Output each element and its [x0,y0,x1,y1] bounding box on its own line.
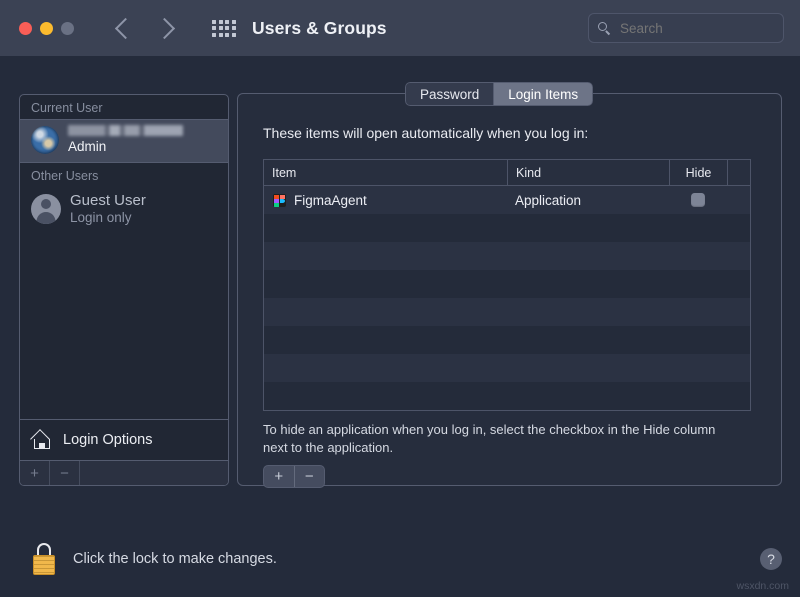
back-chevron-icon[interactable] [115,17,136,38]
item-name: FigmaAgent [294,193,367,208]
grid-dot [232,33,236,37]
table-row[interactable]: FigmaAgent Application [264,186,750,214]
person-avatar-icon [31,194,61,224]
grid-dot [212,20,216,24]
login-items-panel: These items will open automatically when… [237,93,782,486]
show-all-grid-icon[interactable] [212,20,234,37]
grid-dot [219,26,223,30]
help-button[interactable]: ? [760,548,782,570]
cell-kind: Application [507,193,669,208]
cell-item: FigmaAgent [264,193,507,208]
column-header-hide[interactable]: Hide [669,160,727,185]
column-header-spacer [727,160,750,185]
column-header-kind[interactable]: Kind [507,160,669,185]
lock-row[interactable]: Click the lock to make changes. [30,543,277,575]
table-row-empty [264,382,750,410]
table-row-empty [264,242,750,270]
hide-checkbox[interactable] [691,193,705,207]
grid-dot [212,33,216,37]
remove-user-button[interactable]: − [50,461,80,485]
search-field[interactable] [588,13,784,43]
hide-hint-text: To hide an application when you log in, … [263,421,733,456]
window-title: Users & Groups [252,18,387,39]
login-options-label: Login Options [63,432,152,448]
forward-chevron-icon[interactable] [154,17,175,38]
search-input[interactable] [618,20,772,37]
guest-user-name: Guest User [70,192,146,210]
remove-login-item-button[interactable]: − [295,466,325,487]
lock-body [33,555,55,575]
sidebar-group-header-current-user: Current User [20,95,228,119]
navigation-arrows [118,21,172,36]
grid-dot [232,20,236,24]
table-row-empty [264,354,750,382]
add-login-item-button[interactable]: + [264,466,295,487]
grid-dot [232,26,236,30]
title-bar: Users & Groups [0,0,800,56]
table-row-empty [264,298,750,326]
globe-avatar-icon [31,126,59,154]
table-row-empty [264,326,750,354]
lock-closed-icon[interactable] [30,543,58,575]
traffic-light-buttons [19,22,74,35]
login-items-table: Item Kind Hide FigmaAgent Application [263,159,751,411]
tab-password[interactable]: Password [405,82,493,106]
sidebar-item-login-options[interactable]: Login Options [20,419,228,461]
sidebar-item-current-user[interactable]: Admin [20,119,228,163]
add-user-button[interactable]: + [20,461,50,485]
tab-login-items[interactable]: Login Items [493,82,593,106]
zoom-button [61,22,74,35]
grid-dot [225,33,229,37]
grid-dot [212,26,216,30]
tab-bar: Password Login Items [405,82,593,106]
watermark: wsxdn.com [736,580,789,592]
grid-dot [225,26,229,30]
grid-dot [219,20,223,24]
lock-label: Click the lock to make changes. [73,551,277,567]
cell-hide [669,193,727,207]
guest-user-role: Login only [70,210,146,227]
close-button[interactable] [19,22,32,35]
sidebar-group-header-other-users: Other Users [20,163,228,187]
table-header-row: Item Kind Hide [264,160,750,186]
sidebar-footer-toolbar: + − [20,461,228,485]
table-row-empty [264,270,750,298]
redacted-user-name [68,125,183,136]
minimize-button[interactable] [40,22,53,35]
current-user-text: Admin [68,125,183,156]
users-and-groups-window: Users & Groups Current User Admin Other … [0,0,800,597]
grid-dot [219,33,223,37]
sidebar-item-guest-user[interactable]: Guest User Login only [20,187,228,233]
table-row-empty [264,214,750,242]
users-sidebar: Current User Admin Other Users Guest Use… [19,94,229,486]
search-icon [598,22,611,35]
column-header-item[interactable]: Item [264,160,507,185]
house-door [39,443,45,449]
guest-user-text: Guest User Login only [70,192,146,227]
login-items-toolbar: + − [263,465,325,488]
grid-dot [225,20,229,24]
house-icon [32,431,54,450]
current-user-role: Admin [68,139,183,156]
figma-icon [273,194,286,207]
